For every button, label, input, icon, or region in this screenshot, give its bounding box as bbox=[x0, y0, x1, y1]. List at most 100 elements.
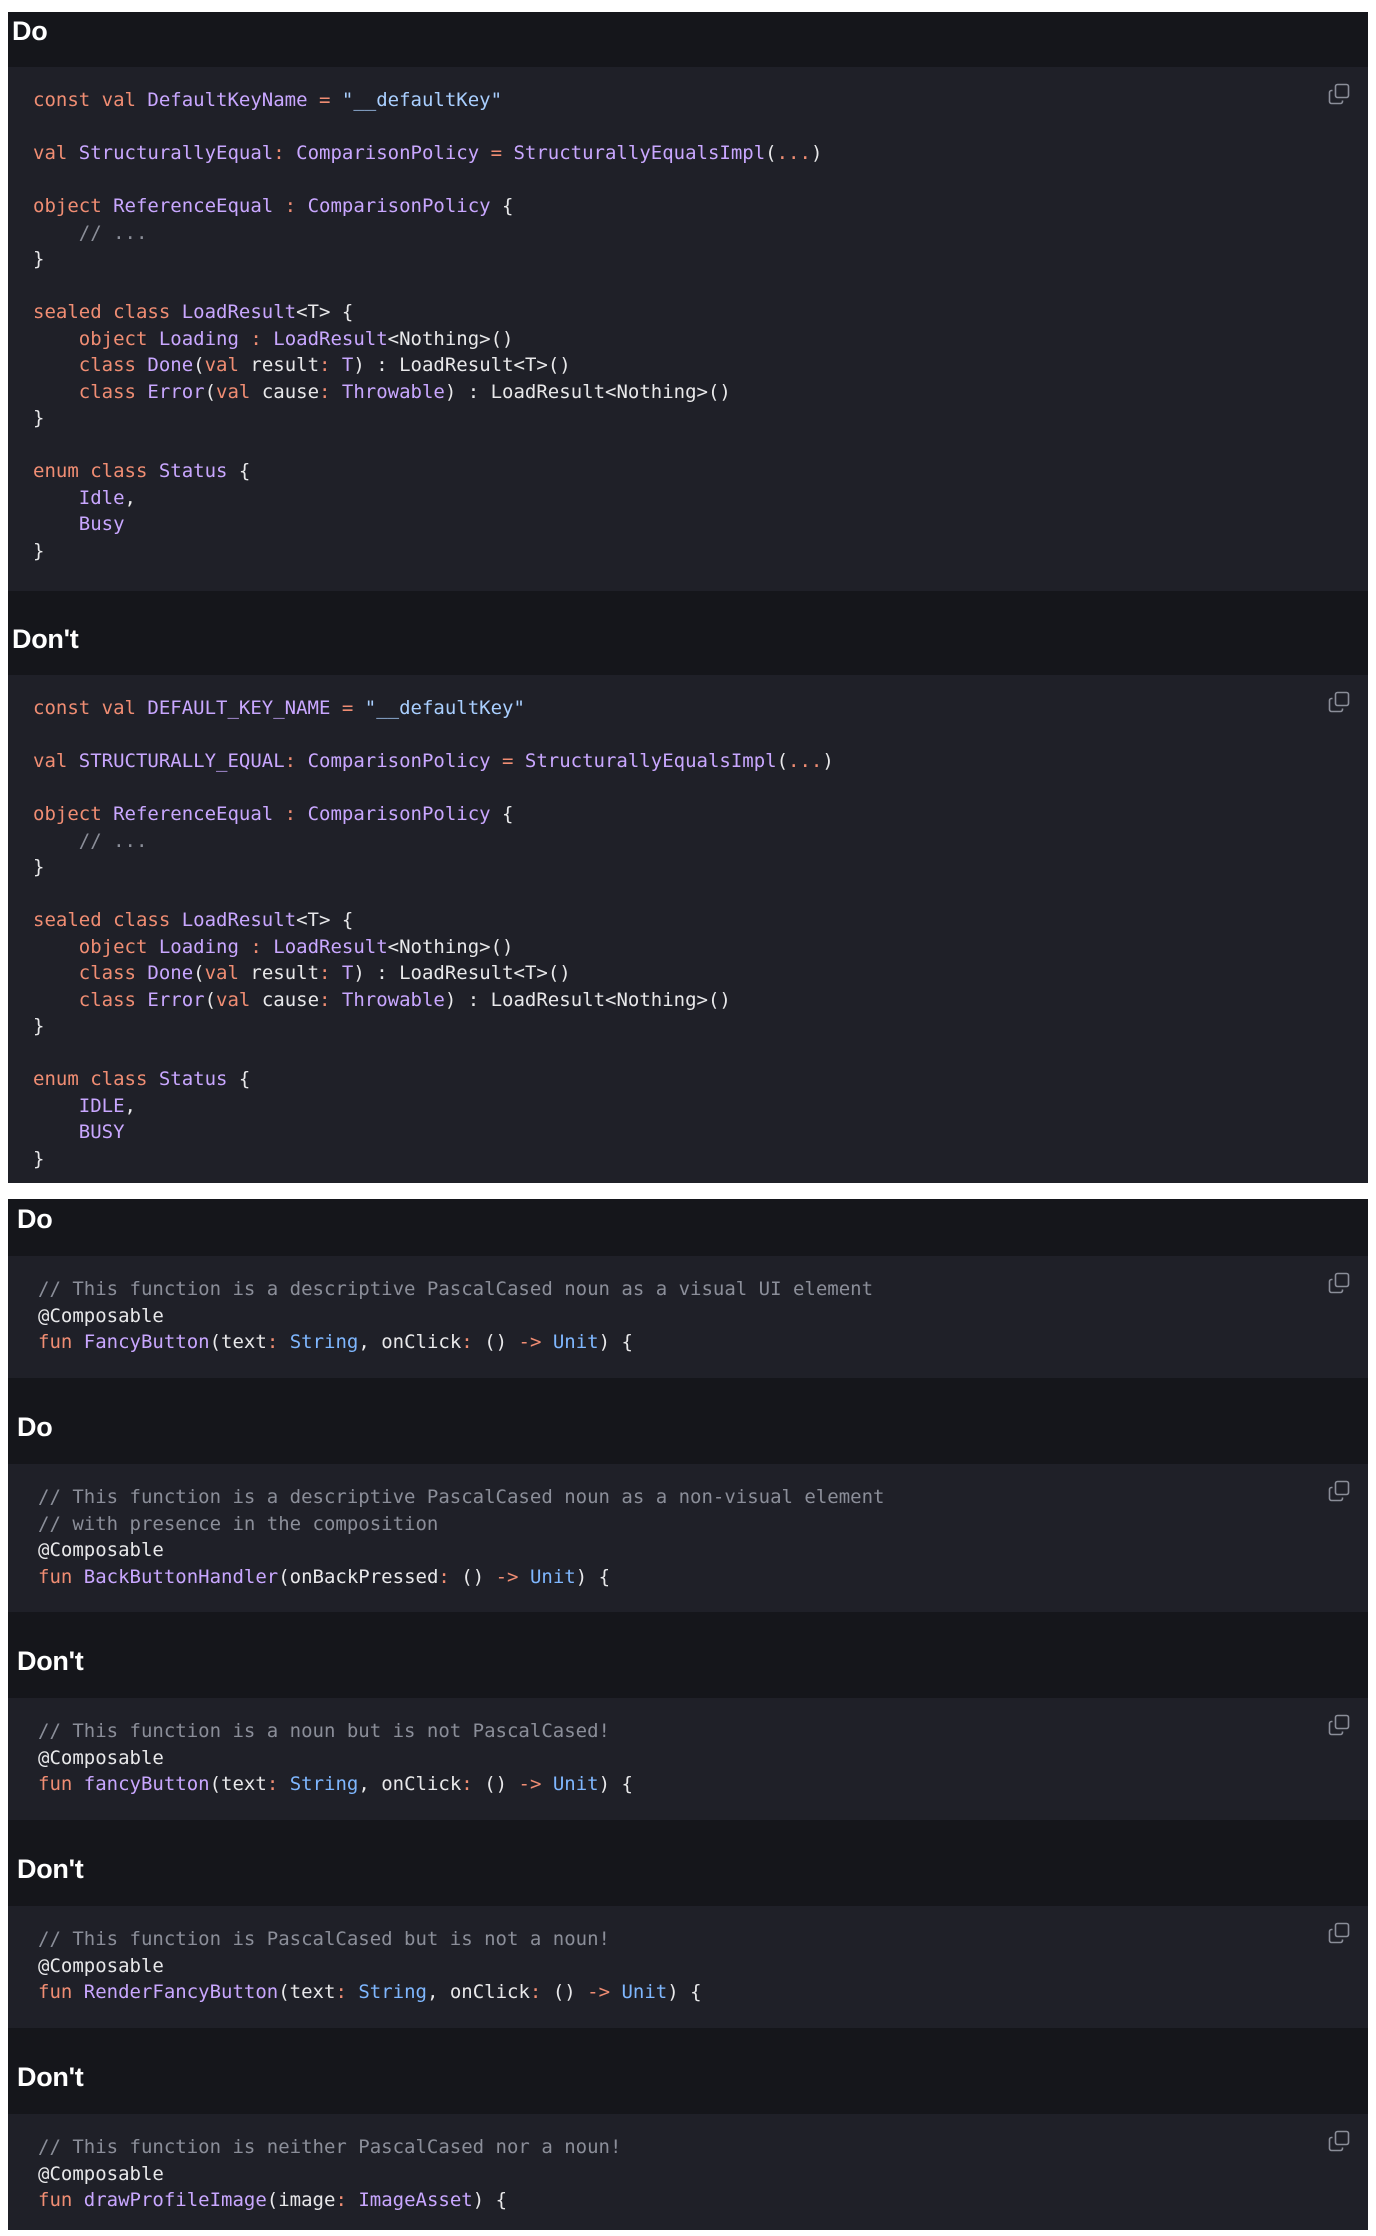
code-line: // with presence in the composition bbox=[38, 1513, 438, 1535]
code-token: { bbox=[490, 195, 514, 217]
code-token: } bbox=[33, 856, 45, 878]
code-token: : bbox=[266, 1331, 290, 1353]
code-token: : bbox=[273, 803, 308, 825]
code-token: val bbox=[204, 962, 251, 984]
code-token: enum class bbox=[33, 1068, 159, 1090]
code-token: object bbox=[33, 803, 114, 825]
code-token: -> bbox=[495, 1565, 519, 1588]
code-token: = bbox=[330, 697, 365, 719]
code-listing[interactable]: // This function is a noun but is not Pa… bbox=[38, 1718, 633, 1798]
section-heading: Don't bbox=[17, 1854, 84, 1884]
code-token: : bbox=[335, 2189, 359, 2211]
code-token: class bbox=[33, 988, 148, 1011]
code-token: (text bbox=[278, 1981, 336, 2003]
code-token: Loading bbox=[158, 327, 239, 350]
code-token: : bbox=[319, 988, 342, 1011]
section-heading: Don't bbox=[17, 2062, 84, 2092]
code-token: val bbox=[33, 142, 79, 164]
code-block: const val DefaultKeyName = "__defaultKey… bbox=[8, 67, 1368, 591]
code-line: // This function is a descriptive Pascal… bbox=[38, 1278, 873, 1300]
code-token: ComparisonPolicy bbox=[307, 750, 491, 772]
code-listing[interactable]: // This function is PascalCased but is n… bbox=[38, 1926, 702, 2006]
copy-icon[interactable] bbox=[1328, 2130, 1350, 2152]
code-token: } bbox=[33, 248, 45, 270]
code-line: fun FancyButton(text: String, onClick: (… bbox=[38, 1331, 633, 1353]
code-line: class Error(val cause: Throwable) : Load… bbox=[33, 989, 731, 1011]
code-token: { bbox=[227, 1068, 251, 1090]
code-token: Unit bbox=[518, 1565, 576, 1588]
code-line: // This function is a noun but is not Pa… bbox=[38, 1720, 610, 1742]
code-token: () bbox=[484, 1331, 519, 1353]
code-line: // This function is PascalCased but is n… bbox=[38, 1928, 610, 1950]
code-line: Idle, bbox=[33, 487, 136, 509]
code-token: Status bbox=[158, 460, 228, 482]
code-token: : bbox=[461, 1331, 485, 1353]
code-token: StructurallyEqual bbox=[78, 142, 274, 164]
code-token: ( bbox=[193, 354, 205, 376]
code-line: fun BackButtonHandler(onBackPressed: () … bbox=[38, 1566, 610, 1588]
code-token: T bbox=[341, 354, 354, 376]
code-listing[interactable]: const val DEFAULT_KEY_NAME = "__defaultK… bbox=[33, 695, 834, 1172]
code-panel-property-naming: Do const val DefaultKeyName = "__default… bbox=[8, 12, 1368, 1183]
code-line: @Composable bbox=[38, 1955, 164, 1977]
code-token: fun bbox=[38, 1773, 84, 1795]
code-line: // This function is a descriptive Pascal… bbox=[38, 1486, 884, 1508]
code-token: -> bbox=[518, 1331, 542, 1353]
code-token: ) : LoadResult<T>() bbox=[353, 354, 571, 376]
code-line: } bbox=[33, 540, 44, 562]
code-token: // This function is PascalCased but is n… bbox=[38, 1928, 610, 1950]
code-token: // with presence in the composition bbox=[38, 1512, 439, 1535]
code-token: : bbox=[319, 962, 342, 984]
code-line: sealed class LoadResult<T> { bbox=[33, 301, 353, 323]
code-token: BUSY bbox=[33, 1121, 125, 1143]
code-listing[interactable]: // This function is a descriptive Pascal… bbox=[38, 1276, 873, 1356]
code-line: } bbox=[33, 1015, 44, 1037]
code-token: Done bbox=[147, 962, 194, 984]
code-token: @Composable bbox=[38, 1539, 164, 1561]
code-listing[interactable]: // This function is a descriptive Pascal… bbox=[38, 1484, 884, 1590]
code-token: // This function is a descriptive Pascal… bbox=[38, 1278, 874, 1300]
code-line: // ... bbox=[33, 830, 148, 852]
code-token: DEFAULT_KEY_NAME bbox=[147, 697, 331, 719]
code-line: } bbox=[33, 248, 44, 270]
code-token: () bbox=[461, 1565, 496, 1588]
code-token: result bbox=[250, 962, 320, 984]
copy-icon[interactable] bbox=[1328, 1922, 1350, 1944]
code-token: (image bbox=[266, 2189, 336, 2211]
code-line: fun RenderFancyButton(text: String, onCl… bbox=[38, 1981, 702, 2003]
code-token: StructurallyEqualsImpl bbox=[513, 142, 766, 164]
code-token: , bbox=[124, 1094, 136, 1117]
code-panel-composable-naming: Do // This function is a descriptive Pas… bbox=[8, 1199, 1368, 2230]
code-token: "__defaultKey" bbox=[364, 697, 525, 719]
code-token: : bbox=[438, 1565, 462, 1588]
code-line: object Loading : LoadResult<Nothing>() bbox=[33, 327, 514, 350]
code-listing[interactable]: // This function is neither PascalCased … bbox=[38, 2134, 621, 2214]
copy-icon[interactable] bbox=[1328, 691, 1350, 713]
code-token: STRUCTURALLY_EQUAL bbox=[78, 750, 285, 772]
code-token: <T> { bbox=[296, 301, 354, 323]
code-token: ) { bbox=[598, 1773, 633, 1795]
copy-icon[interactable] bbox=[1328, 1480, 1350, 1502]
code-line: } bbox=[33, 1148, 44, 1170]
code-token: Unit bbox=[541, 1331, 599, 1353]
code-token: (onBackPressed bbox=[278, 1565, 439, 1588]
code-token: () bbox=[484, 1773, 519, 1795]
copy-icon[interactable] bbox=[1328, 1272, 1350, 1294]
code-token: const val bbox=[33, 697, 148, 719]
code-token: class bbox=[33, 962, 148, 984]
copy-icon[interactable] bbox=[1328, 83, 1350, 105]
code-token: BackButtonHandler bbox=[83, 1565, 279, 1588]
code-token: fun bbox=[38, 1565, 84, 1588]
code-token: enum class bbox=[33, 460, 159, 482]
code-block: // This function is a noun but is not Pa… bbox=[8, 1698, 1368, 1820]
code-line: @Composable bbox=[38, 1539, 164, 1561]
code-token: ) bbox=[810, 142, 823, 164]
code-line: object ReferenceEqual : ComparisonPolicy… bbox=[33, 803, 513, 825]
code-listing[interactable]: const val DefaultKeyName = "__defaultKey… bbox=[33, 87, 822, 564]
code-token: fun bbox=[38, 1331, 84, 1353]
code-line: } bbox=[33, 407, 44, 429]
copy-icon[interactable] bbox=[1328, 1714, 1350, 1736]
code-token: : bbox=[273, 142, 297, 164]
section-heading: Don't bbox=[17, 1646, 84, 1676]
code-token: sealed class bbox=[33, 301, 182, 323]
